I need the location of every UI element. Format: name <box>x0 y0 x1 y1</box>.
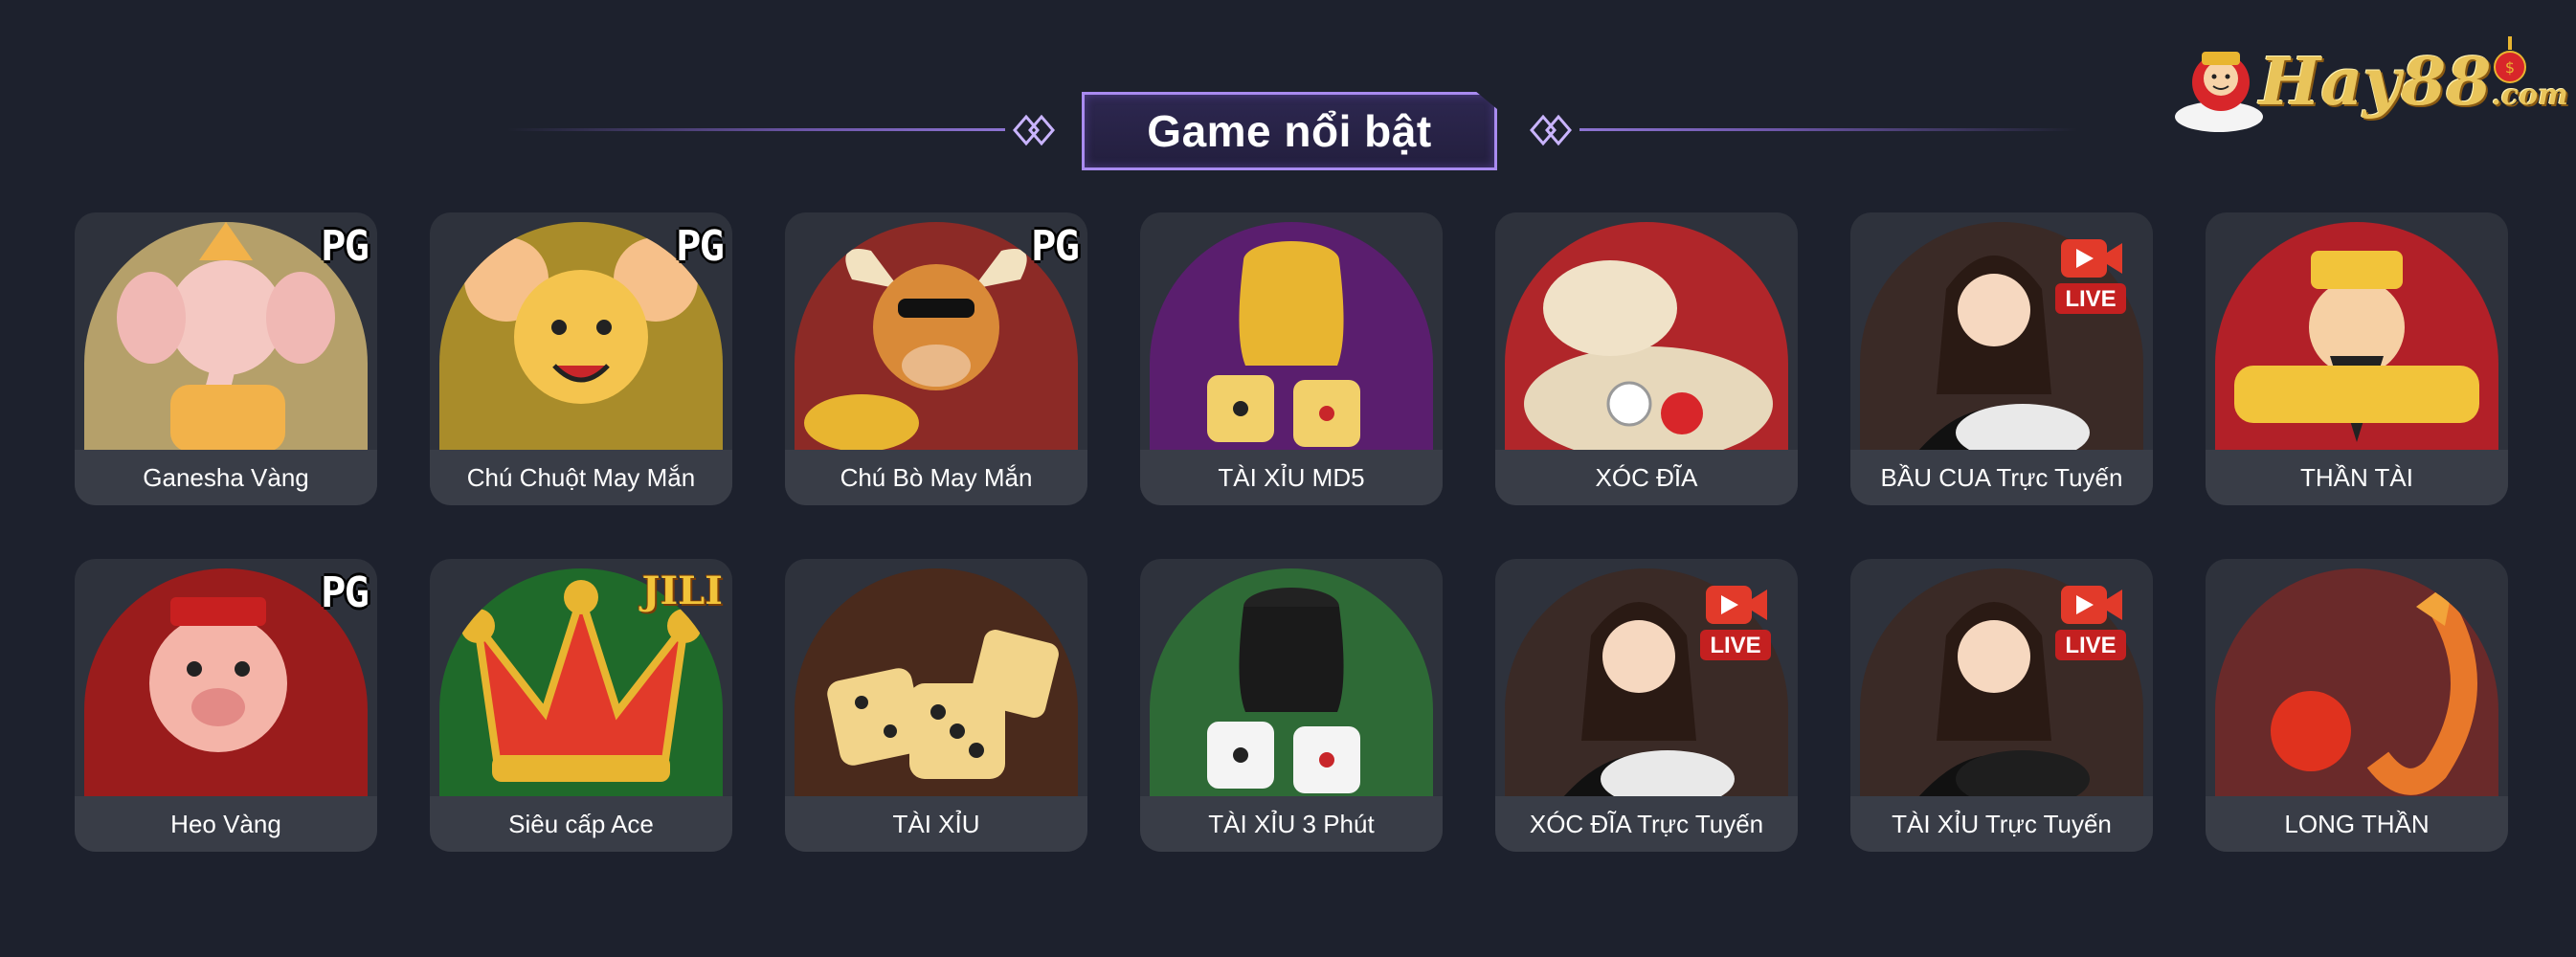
svg-text:LIVE: LIVE <box>1710 633 1760 658</box>
game-label: Heo Vàng <box>75 796 377 852</box>
game-label: TÀI XỈU Trực Tuyến <box>1850 796 2153 852</box>
svg-text:LIVE: LIVE <box>2065 286 2116 312</box>
red-envelope-icon: $ <box>2494 36 2526 83</box>
game-card[interactable]: XÓC ĐĨA <box>1495 212 1798 505</box>
game-label: BẦU CUA Trực Tuyến <box>1850 450 2153 505</box>
live-badge-icon: LIVE <box>2055 239 2126 314</box>
live-badge-icon: LIVE <box>2055 586 2126 660</box>
title-divider-left <box>507 128 1005 131</box>
section-title: Game nổi bật <box>1147 106 1432 156</box>
game-thumbnail[interactable] <box>795 568 1078 796</box>
game-card[interactable]: TÀI XỈU 3 Phút <box>1140 559 1443 852</box>
game-thumbnail[interactable] <box>1150 568 1433 796</box>
game-card[interactable]: THẦN TÀI <box>2206 212 2508 505</box>
game-grid: PG Ganesha Vàng PG Chú Chuột May Mắn PG … <box>75 212 2508 852</box>
dice-cup-gold-icon <box>1150 222 1433 450</box>
game-card[interactable]: PG Chú Bò May Mắn <box>785 212 1087 505</box>
dice-icon <box>795 568 1078 796</box>
game-card[interactable]: PG Ganesha Vàng <box>75 212 377 505</box>
game-label: Chú Bò May Mắn <box>785 450 1087 505</box>
game-card[interactable]: LIVE BẦU CUA Trực Tuyến <box>1850 212 2153 505</box>
game-card[interactable]: TÀI XỈU MD5 <box>1140 212 1443 505</box>
title-divider-right <box>1579 128 2077 131</box>
game-card[interactable]: PG Heo Vàng <box>75 559 377 852</box>
diamond-ornament-left-icon <box>1013 114 1055 146</box>
game-label: TÀI XỈU MD5 <box>1140 450 1443 505</box>
section-title-box: Game nổi bật <box>1082 92 1497 170</box>
game-label: THẦN TÀI <box>2206 450 2508 505</box>
provider-badge: PG <box>321 568 370 617</box>
game-thumbnail[interactable] <box>1505 222 1788 450</box>
game-card[interactable]: LIVE XÓC ĐĨA Trực Tuyến <box>1495 559 1798 852</box>
brand-logo[interactable]: Hay88.com $ <box>2171 33 2568 138</box>
game-label: XÓC ĐĨA <box>1495 450 1798 505</box>
game-label: Siêu cấp Ace <box>430 796 732 852</box>
game-card[interactable]: TÀI XỈU <box>785 559 1087 852</box>
dice-cup-icon <box>1150 568 1433 796</box>
game-label: TÀI XỈU <box>785 796 1087 852</box>
provider-badge: PG <box>676 222 725 271</box>
diamond-ornament-right-icon <box>1530 114 1572 146</box>
game-thumbnail[interactable] <box>1150 222 1433 450</box>
game-label: XÓC ĐĨA Trực Tuyến <box>1495 796 1798 852</box>
dragon-icon <box>2215 568 2498 796</box>
disc-bowl-icon <box>1505 222 1788 450</box>
provider-badge: PG <box>1031 222 1080 271</box>
game-card[interactable]: LIVE TÀI XỈU Trực Tuyến <box>1850 559 2153 852</box>
god-of-wealth-icon <box>2215 222 2498 450</box>
game-card[interactable]: PG Chú Chuột May Mắn <box>430 212 732 505</box>
game-label: LONG THẦN <box>2206 796 2508 852</box>
game-label: Chú Chuột May Mắn <box>430 450 732 505</box>
svg-text:LIVE: LIVE <box>2065 633 2116 658</box>
live-badge-icon: LIVE <box>1700 586 1771 660</box>
provider-badge: PG <box>321 222 370 271</box>
game-card[interactable]: JILI Siêu cấp Ace <box>430 559 732 852</box>
provider-badge: JILI <box>641 568 723 613</box>
game-thumbnail[interactable] <box>2215 222 2498 450</box>
game-label: TÀI XỈU 3 Phút <box>1140 796 1443 852</box>
svg-text:$: $ <box>2505 58 2515 77</box>
game-thumbnail[interactable] <box>2215 568 2498 796</box>
game-label: Ganesha Vàng <box>75 450 377 505</box>
game-card[interactable]: LONG THẦN <box>2206 559 2508 852</box>
